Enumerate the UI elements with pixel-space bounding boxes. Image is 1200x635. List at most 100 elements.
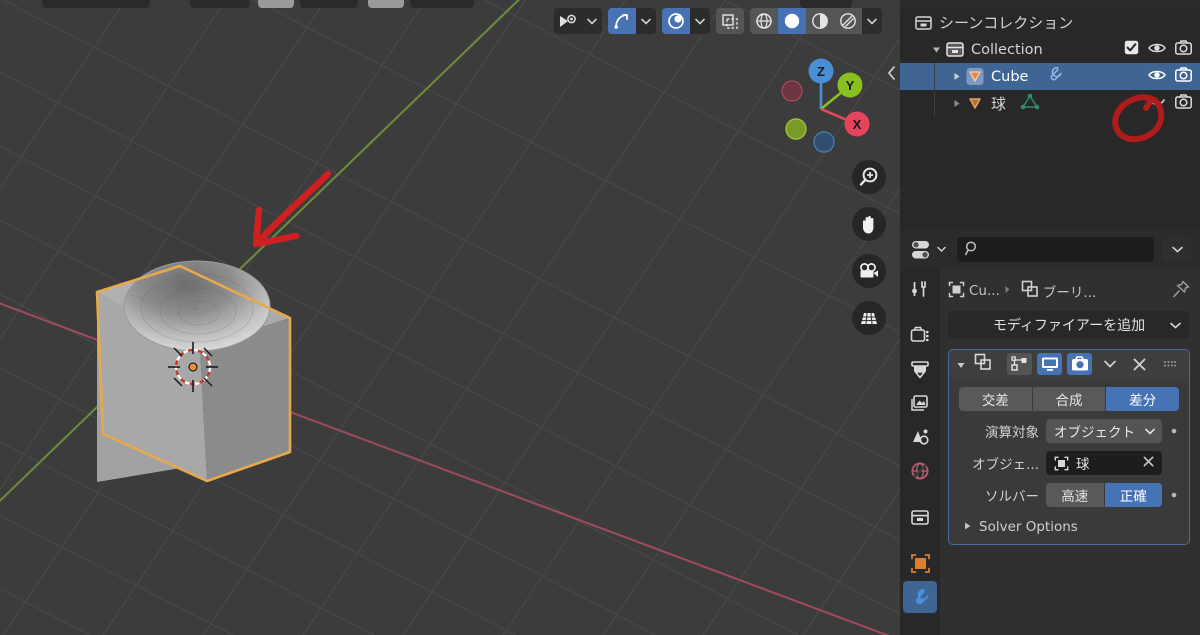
- proportional-edit-group[interactable]: [662, 8, 710, 34]
- toggle-xray-icon[interactable]: [716, 8, 744, 34]
- outliner-header: [900, 0, 1200, 9]
- filter-toggle-icon[interactable]: [908, 238, 949, 262]
- edit-mode-display-icon[interactable]: [1007, 353, 1032, 375]
- search-input[interactable]: [957, 237, 1154, 262]
- mesh-data-icon[interactable]: [1020, 93, 1040, 115]
- orthographic-grid-icon[interactable]: [852, 301, 886, 335]
- eye-open-icon[interactable]: [1148, 41, 1166, 59]
- disclosure-triangle-down-icon[interactable]: [928, 45, 944, 54]
- animate-property-dot-icon[interactable]: [1169, 491, 1179, 499]
- hand-pan-icon[interactable]: [852, 207, 886, 241]
- eye-open-icon[interactable]: [1148, 68, 1166, 86]
- gizmo-axis-neg-x: [781, 80, 803, 102]
- outliner-row-sphere[interactable]: 球: [900, 90, 1200, 117]
- operand-object-field[interactable]: 球: [1046, 451, 1162, 475]
- snap-group[interactable]: [608, 8, 656, 34]
- shading-wireframe-icon[interactable]: [750, 8, 778, 34]
- outliner-row-cube[interactable]: Cube: [900, 63, 1200, 90]
- tab-scene[interactable]: [903, 421, 937, 453]
- visibility-group[interactable]: [554, 8, 602, 34]
- solver-segmented[interactable]: 高速 正確: [1046, 483, 1162, 507]
- navigation-gizmo[interactable]: Z Y X: [762, 50, 880, 168]
- tab-world[interactable]: [903, 455, 937, 487]
- chevron-down-icon[interactable]: [862, 8, 882, 34]
- viewport-header-toolbar[interactable]: [554, 7, 882, 35]
- properties-options-chevron-down-icon[interactable]: [1162, 237, 1192, 262]
- shading-group[interactable]: [750, 8, 882, 34]
- proportional-edit-icon[interactable]: [662, 8, 690, 34]
- shading-material-icon[interactable]: [806, 8, 834, 34]
- properties-header[interactable]: [900, 230, 1200, 269]
- eye-closed-icon[interactable]: [1148, 95, 1166, 113]
- outliner-editor[interactable]: シーンコレクション Collection Cube 球: [900, 0, 1200, 230]
- close-x-icon[interactable]: [1127, 353, 1152, 375]
- outliner-row-toggles[interactable]: [1124, 36, 1192, 63]
- expand-triangle-down-icon[interactable]: [956, 355, 966, 374]
- modifier-card-header[interactable]: [949, 350, 1189, 378]
- breadcrumb-modifier-label[interactable]: ブーリ...: [1043, 281, 1096, 301]
- xray-group[interactable]: [716, 8, 744, 34]
- viewport-nav-tools[interactable]: [852, 160, 886, 335]
- snap-magnet-icon[interactable]: [608, 8, 636, 34]
- 3d-viewport[interactable]: Z Y X: [0, 0, 900, 635]
- boolean-operation-segmented[interactable]: 交差 合成 差分: [959, 387, 1179, 411]
- tab-output[interactable]: [903, 353, 937, 385]
- add-modifier-button[interactable]: モディファイアーを追加: [948, 311, 1190, 338]
- outliner-row-toggles[interactable]: [1148, 90, 1192, 117]
- chevron-down-icon[interactable]: [636, 8, 656, 34]
- realtime-display-icon[interactable]: [1037, 353, 1062, 375]
- shading-rendered-icon[interactable]: [834, 8, 862, 34]
- sidebar-toggle-chevron-left-icon[interactable]: [884, 58, 898, 88]
- drag-handle-icon[interactable]: [1157, 353, 1182, 375]
- camera-view-icon[interactable]: [852, 254, 886, 288]
- solver-fast-button[interactable]: 高速: [1046, 483, 1105, 507]
- triangle-right-icon[interactable]: [963, 519, 972, 535]
- camera-icon[interactable]: [1175, 40, 1192, 59]
- outliner-row-collection[interactable]: Collection: [900, 36, 1200, 63]
- camera-icon[interactable]: [1175, 67, 1192, 86]
- outliner-row-scene-collection[interactable]: シーンコレクション: [900, 9, 1200, 36]
- collection-icon: [944, 41, 966, 58]
- tab-tool[interactable]: [903, 273, 937, 305]
- solver-row[interactable]: ソルバー 高速 正確: [955, 483, 1179, 507]
- chevron-down-icon[interactable]: [1170, 317, 1181, 333]
- extras-chevron-down-icon[interactable]: [1097, 353, 1122, 375]
- operand-type-dropdown[interactable]: オブジェクト: [1046, 419, 1162, 443]
- breadcrumb[interactable]: Cu... ブーリ...: [948, 277, 1190, 305]
- breadcrumb-object-label[interactable]: Cu...: [969, 283, 1000, 299]
- tab-object[interactable]: [903, 547, 937, 579]
- modifier-properties-panel[interactable]: Cu... ブーリ... モディファイアーを追加 交差 合成 差分 演算対象 オ…: [940, 269, 1200, 635]
- visibility-icon[interactable]: [554, 8, 582, 34]
- pin-icon[interactable]: [1172, 280, 1190, 302]
- zoom-icon[interactable]: [852, 160, 886, 194]
- operation-difference-button[interactable]: 差分: [1106, 387, 1179, 411]
- render-display-icon[interactable]: [1067, 353, 1092, 375]
- chevron-down-icon[interactable]: [1145, 423, 1155, 439]
- tab-collection[interactable]: [903, 501, 937, 533]
- operand-object-row[interactable]: オブジェ... 球: [955, 451, 1179, 475]
- properties-tab-strip[interactable]: [900, 269, 940, 635]
- tab-modifiers[interactable]: [903, 581, 937, 613]
- clear-object-x-icon[interactable]: [1143, 455, 1154, 471]
- annotation-arrow-icon: [252, 170, 332, 248]
- tab-view-layer[interactable]: [903, 387, 937, 419]
- outliner-row-toggles[interactable]: [1148, 63, 1192, 90]
- shading-solid-icon[interactable]: [778, 8, 806, 34]
- animate-property-dot-icon[interactable]: [1169, 427, 1179, 435]
- chevron-down-icon[interactable]: [690, 8, 710, 34]
- wrench-modifier-icon[interactable]: [1044, 66, 1063, 87]
- operation-intersect-button[interactable]: 交差: [959, 387, 1033, 411]
- disclosure-triangle-right-icon[interactable]: [948, 72, 964, 81]
- disclosure-triangle-right-icon[interactable]: [948, 99, 964, 108]
- camera-icon[interactable]: [1175, 94, 1192, 113]
- operation-union-button[interactable]: 合成: [1032, 387, 1107, 411]
- properties-editor[interactable]: Cu... ブーリ... モディファイアーを追加 交差 合成 差分 演算対象 オ…: [900, 230, 1200, 635]
- checkbox-checked-icon[interactable]: [1124, 40, 1139, 59]
- operand-type-row[interactable]: 演算対象 オブジェクト: [955, 419, 1179, 443]
- chevron-down-icon[interactable]: [582, 8, 602, 34]
- solver-exact-button[interactable]: 正確: [1104, 483, 1162, 507]
- svg-text:Y: Y: [846, 78, 855, 93]
- solver-options-disclosure[interactable]: Solver Options: [963, 519, 1189, 535]
- tab-render[interactable]: [903, 319, 937, 351]
- boolean-modifier-card[interactable]: 交差 合成 差分 演算対象 オブジェクト オブジェ... 球 ソルバー 高速 正…: [948, 349, 1190, 545]
